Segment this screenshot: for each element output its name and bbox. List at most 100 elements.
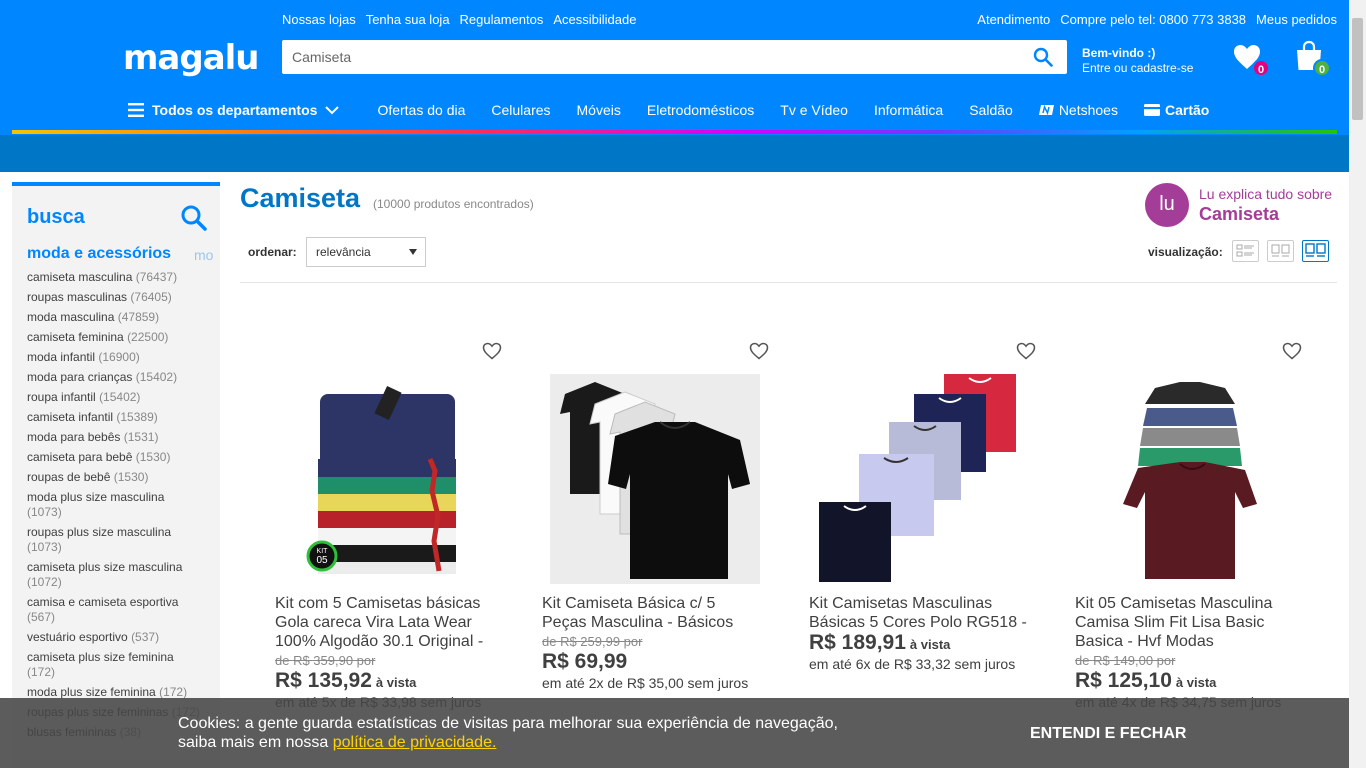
sidebar-filter-item[interactable]: camiseta para bebê (1530) — [27, 450, 202, 465]
sidebar-filter-list: camiseta masculina (76437) roupas masculi… — [27, 270, 202, 745]
product-name[interactable]: Kit 05 Camisetas Masculina Camisa Slim F… — [1075, 594, 1295, 651]
filter-count: (15389) — [116, 410, 158, 424]
filter-count: (537) — [131, 630, 160, 644]
sidebar-filter-item[interactable]: camiseta plus size feminina (172) — [27, 650, 202, 680]
sidebar-filter-item[interactable]: roupa infantil (15402) — [27, 390, 202, 405]
sidebar-filter-item[interactable]: camiseta feminina (22500) — [27, 330, 202, 345]
link-compre-pelo-tel[interactable]: Compre pelo tel: 0800 773 3838 — [1060, 12, 1246, 27]
view-list-button[interactable] — [1232, 240, 1259, 262]
link-acessibilidade[interactable]: Acessibilidade — [553, 12, 636, 27]
welcome-title: Bem-vindo :) — [1082, 46, 1156, 60]
heart-outline-icon[interactable] — [482, 342, 502, 360]
product-card[interactable]: Kit Camiseta Básica c/ 5 Peças Masculina… — [537, 340, 777, 720]
scrollbar-thumb[interactable] — [1352, 18, 1363, 120]
sidebar-filter-item[interactable]: moda para crianças (15402) — [27, 370, 202, 385]
view-grid-large-button[interactable] — [1302, 240, 1329, 262]
link-meus-pedidos[interactable]: Meus pedidos — [1256, 12, 1337, 27]
page-scrollbar[interactable] — [1349, 0, 1366, 768]
heart-outline-icon[interactable] — [1282, 342, 1302, 360]
link-regulamentos[interactable]: Regulamentos — [460, 12, 544, 27]
grid-large-icon — [1305, 243, 1326, 257]
product-name[interactable]: Kit com 5 Camisetas básicas Gola careca … — [275, 594, 495, 651]
product-image[interactable] — [1085, 374, 1295, 584]
sort-select[interactable]: relevância — [306, 237, 426, 267]
link-atendimento[interactable]: Atendimento — [977, 12, 1050, 27]
sidebar-filter-item[interactable]: moda plus size masculina (1073) — [27, 490, 202, 520]
netshoes-icon — [1038, 104, 1054, 116]
filter-label: moda infantil — [27, 350, 96, 364]
view-grid-small-button[interactable] — [1267, 240, 1294, 262]
sidebar-filter-item[interactable]: moda infantil (16900) — [27, 350, 202, 365]
sidebar-filter-item[interactable]: camiseta plus size masculina (1072) — [27, 560, 202, 590]
product-image[interactable] — [550, 374, 760, 584]
sort-label: ordenar: — [248, 245, 297, 259]
wishlist-count-badge: 0 — [1252, 59, 1270, 77]
filter-label: roupas masculinas — [27, 290, 128, 304]
lu-explains-label[interactable]: Lu explica tudo sobre — [1199, 186, 1332, 202]
sidebar-filter-item[interactable]: roupas masculinas (76405) — [27, 290, 202, 305]
filter-label: roupas plus size masculina — [27, 525, 172, 539]
list-view-icon — [1236, 244, 1254, 257]
link-tenha-sua-loja[interactable]: Tenha sua loja — [366, 12, 450, 27]
top-links: Nossas lojas Tenha sua loja Regulamentos… — [282, 12, 636, 27]
nav-informatica[interactable]: Informática — [874, 102, 943, 118]
nav-saldao[interactable]: Saldão — [969, 102, 1013, 118]
search-input[interactable] — [282, 40, 1012, 74]
cookie-message: Cookies: a gente guarda estatísticas de … — [178, 715, 838, 751]
filter-count: (76437) — [135, 270, 178, 284]
product-price: R$ 189,91 à vista — [809, 632, 1029, 654]
sidebar-filter-item[interactable]: camiseta infantil (15389) — [27, 410, 202, 425]
heart-outline-icon[interactable] — [1016, 342, 1036, 360]
nav-eletrodomesticos[interactable]: Eletrodomésticos — [647, 102, 754, 118]
sidebar-filter-item[interactable]: roupas de bebê (1530) — [27, 470, 202, 485]
rainbow-divider — [12, 130, 1337, 134]
link-nossas-lojas[interactable]: Nossas lojas — [282, 12, 356, 27]
header-band — [0, 135, 1349, 172]
lu-explains-topic[interactable]: Camiseta — [1199, 204, 1279, 225]
filter-count: (1531) — [123, 430, 159, 444]
filter-label: roupa infantil — [27, 390, 96, 404]
product-info: Kit Camiseta Básica c/ 5 Peças Masculina… — [542, 594, 762, 693]
filter-label: camiseta para bebê — [27, 450, 133, 464]
sidebar-filter-item[interactable]: camisa e camiseta esportiva (567) — [27, 595, 202, 625]
product-image[interactable] — [814, 374, 1024, 584]
sidebar-filter-item[interactable]: vestuário esportivo (537) — [27, 630, 202, 645]
sidebar-category-next[interactable]: mo — [194, 247, 213, 263]
search-icon[interactable] — [180, 204, 208, 232]
accept-cookies-button[interactable]: ENTENDI E FECHAR — [1030, 725, 1186, 743]
sidebar-filter-item[interactable]: moda masculina (47859) — [27, 310, 202, 325]
magalu-logo[interactable]: magalu — [123, 38, 260, 78]
login-link[interactable]: Entre ou cadastre-se — [1082, 61, 1193, 75]
lu-avatar[interactable]: lu — [1145, 183, 1189, 227]
product-card[interactable]: Kit Camisetas Masculinas Básicas 5 Cores… — [804, 340, 1044, 720]
price-avista: à vista — [909, 637, 951, 652]
sort-selected-value: relevância — [316, 245, 371, 259]
product-card[interactable]: Kit 05 Camisetas Masculina Camisa Slim F… — [1070, 340, 1310, 720]
product-name[interactable]: Kit Camisetas Masculinas Básicas 5 Cores… — [809, 594, 1029, 632]
product-card[interactable]: KIT 05 Kit com 5 Camisetas básicas Gola … — [270, 340, 510, 720]
sidebar-filter-item[interactable]: camiseta masculina (76437) — [27, 270, 202, 285]
filter-count: (567) — [27, 610, 56, 624]
sidebar-filter-item[interactable]: moda para bebês (1531) — [27, 430, 202, 445]
product-price: R$ 69,99 — [542, 651, 762, 673]
filter-count: (16900) — [98, 350, 140, 364]
filter-sidebar: busca moda e acessórios mo camiseta masc… — [12, 182, 220, 768]
nav-tv-e-video[interactable]: Tv e Vídeo — [780, 102, 848, 118]
nav-cartao[interactable]: Cartão — [1143, 102, 1209, 118]
search-icon[interactable] — [1033, 47, 1053, 67]
nav-ofertas-do-dia[interactable]: Ofertas do dia — [377, 102, 465, 118]
heart-outline-icon[interactable] — [749, 342, 769, 360]
nav-netshoes[interactable]: Netshoes — [1038, 102, 1118, 118]
departments-menu[interactable]: Todos os departamentos — [128, 102, 340, 118]
login-area[interactable]: Bem-vindo :) Entre ou cadastre-se — [1082, 46, 1193, 76]
filter-label: moda para crianças — [27, 370, 133, 384]
product-price: R$ 135,92 à vista — [275, 670, 495, 692]
product-name[interactable]: Kit Camiseta Básica c/ 5 Peças Masculina… — [542, 594, 762, 632]
sidebar-category-moda[interactable]: moda e acessórios — [27, 245, 171, 263]
nav-moveis[interactable]: Móveis — [577, 102, 621, 118]
product-old-price: de R$ 359,90 por — [275, 653, 376, 668]
privacy-policy-link[interactable]: política de privacidade. — [333, 734, 497, 751]
product-image[interactable]: KIT 05 — [280, 374, 490, 584]
nav-celulares[interactable]: Celulares — [491, 102, 550, 118]
sidebar-filter-item[interactable]: roupas plus size masculina (1073) — [27, 525, 202, 555]
